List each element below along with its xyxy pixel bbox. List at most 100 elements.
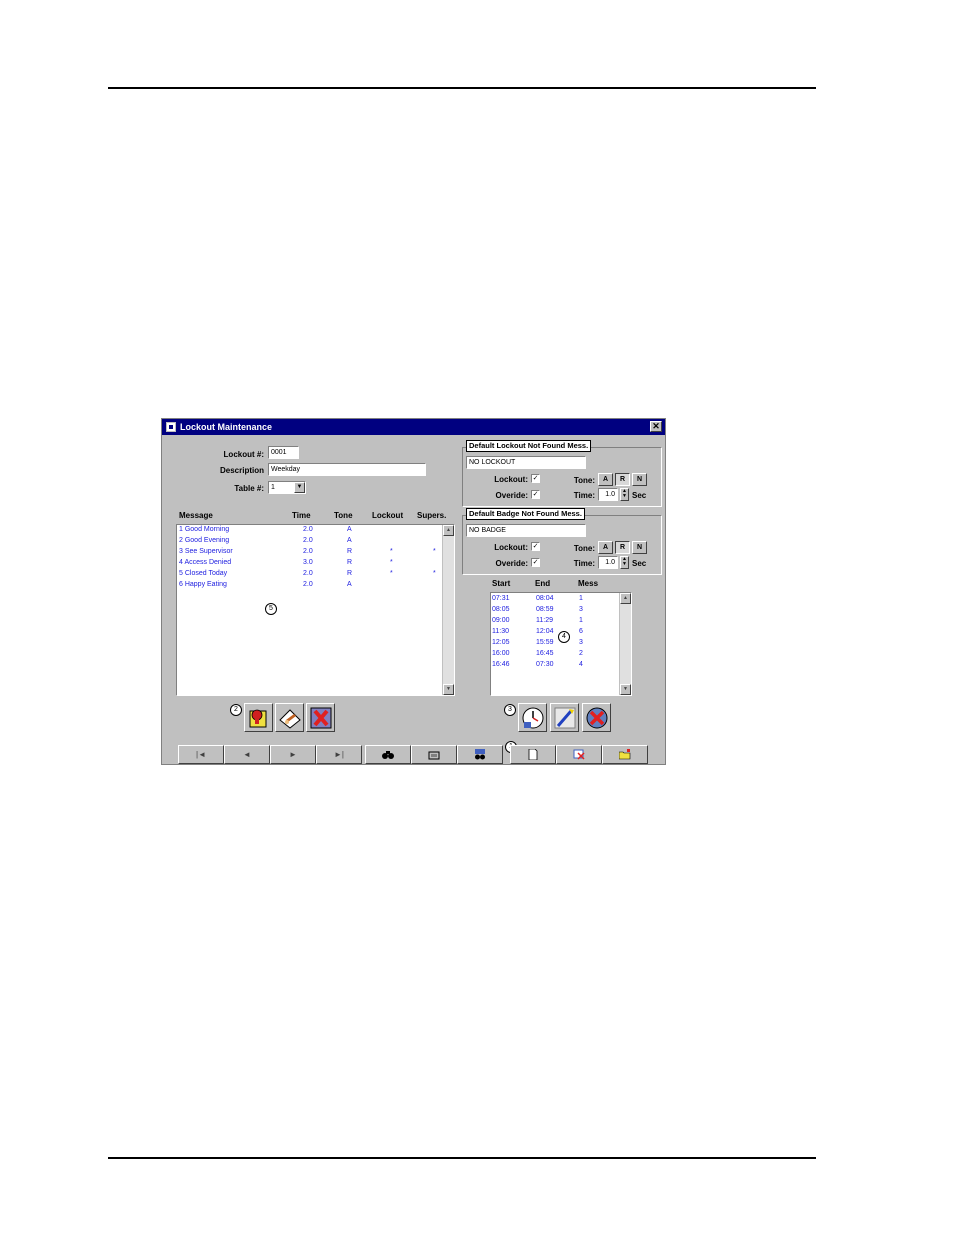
table-number-select[interactable]: 1 ▼	[268, 481, 306, 494]
lockout-not-found-override-checkbox[interactable]: ✓	[531, 490, 540, 499]
start-cell: 12:05	[492, 639, 510, 646]
badge-tone-n-button[interactable]: N	[632, 541, 647, 554]
stepper-down-icon[interactable]: ▼	[621, 494, 628, 499]
badge-tone-r-button[interactable]: R	[615, 541, 630, 554]
lockout-maintenance-window: Lockout Maintenance ✕ Lockout #: 0001 De…	[161, 418, 666, 765]
stepper-down-icon[interactable]: ▼	[621, 562, 628, 567]
end-cell: 11:29	[536, 617, 553, 624]
lockout-tone-a-button[interactable]: A	[598, 473, 613, 486]
lockout-time-stepper[interactable]: ▲ ▼	[620, 488, 629, 501]
tone-cell: R	[347, 559, 353, 566]
scroll-down-icon[interactable]: ▼	[620, 684, 631, 695]
mess-cell: 2	[579, 650, 583, 657]
schedule-list[interactable]: ▲ ▼	[490, 592, 632, 696]
last-record-button[interactable]: ►|	[316, 745, 362, 764]
time-cell: 2.0	[303, 537, 313, 544]
new-record-button[interactable]	[510, 745, 556, 764]
close-button[interactable]: ✕	[650, 421, 662, 432]
start-cell: 09:00	[492, 617, 510, 624]
badge-not-found-title: Default Badge Not Found Mess.	[466, 508, 585, 520]
col-header-supers[interactable]: Supers.	[417, 511, 446, 520]
message-cell: 6 Happy Eating	[179, 581, 227, 588]
edit-schedule-button[interactable]	[550, 703, 579, 732]
mess-cell: 3	[579, 639, 583, 646]
badge-not-found-tone-label: Tone:	[573, 544, 595, 553]
callout-4: 4	[558, 631, 570, 643]
mess-cell: 1	[579, 595, 583, 602]
col-header-time[interactable]: Time	[292, 511, 311, 520]
lockout-number-field[interactable]: 0001	[268, 446, 299, 459]
end-cell: 08:59	[536, 606, 554, 613]
tone-cell: A	[347, 526, 352, 533]
col-header-tone[interactable]: Tone	[334, 511, 353, 520]
delete-schedule-icon	[586, 707, 608, 729]
lockout-cell: *	[390, 570, 393, 577]
message-cell: 4 Access Denied	[179, 559, 232, 566]
first-record-button[interactable]: |◄	[178, 745, 224, 764]
badge-not-found-override-checkbox[interactable]: ✓	[531, 558, 540, 567]
end-cell: 07:30	[536, 661, 554, 668]
lockout-not-found-lockout-checkbox[interactable]: ✓	[531, 474, 540, 483]
end-cell: 16:45	[536, 650, 554, 657]
print-button[interactable]	[411, 745, 457, 764]
start-cell: 07:31	[492, 595, 510, 602]
message-list-scrollbar[interactable]: ▲ ▼	[442, 525, 454, 695]
scroll-down-icon[interactable]: ▼	[443, 684, 454, 695]
time-cell: 2.0	[303, 526, 313, 533]
description-field[interactable]: Weekday	[268, 463, 426, 476]
search-records-icon	[475, 749, 485, 760]
next-record-button[interactable]: ►	[270, 745, 316, 764]
folder-icon	[618, 749, 631, 760]
lockout-not-found-sec-label: Sec	[632, 491, 647, 500]
col-header-mess[interactable]: Mess	[578, 579, 598, 588]
end-cell: 15:59	[536, 639, 554, 646]
col-header-end[interactable]: End	[535, 579, 550, 588]
end-cell: 12:04	[536, 628, 554, 635]
add-message-icon	[249, 709, 267, 728]
supers-cell: *	[433, 570, 436, 577]
open-folder-button[interactable]	[602, 745, 648, 764]
add-message-button[interactable]	[244, 703, 273, 732]
add-schedule-button[interactable]	[518, 703, 547, 732]
badge-tone-a-button[interactable]: A	[598, 541, 613, 554]
delete-schedule-button[interactable]	[582, 703, 611, 732]
schedule-list-scrollbar[interactable]: ▲ ▼	[619, 593, 631, 695]
start-cell: 16:00	[492, 650, 510, 657]
scroll-up-icon[interactable]: ▲	[443, 525, 454, 536]
col-header-lockout[interactable]: Lockout	[372, 511, 403, 520]
lockout-not-found-message-field[interactable]: NO LOCKOUT	[466, 456, 586, 469]
start-cell: 11:30	[492, 628, 509, 635]
badge-not-found-time-field[interactable]: 1.0	[598, 556, 618, 569]
message-cell: 1 Good Morning	[179, 526, 230, 533]
scroll-up-icon[interactable]: ▲	[620, 593, 631, 604]
time-cell: 2.0	[303, 581, 313, 588]
search-records-button[interactable]	[457, 745, 503, 764]
badge-not-found-message-field[interactable]: NO BADGE	[466, 524, 586, 537]
lockout-not-found-tone-label: Tone:	[573, 476, 595, 485]
add-schedule-icon	[522, 707, 544, 729]
badge-not-found-lockout-checkbox[interactable]: ✓	[531, 542, 540, 551]
chevron-down-icon[interactable]: ▼	[294, 482, 305, 493]
col-header-message[interactable]: Message	[179, 511, 213, 520]
lockout-cell: *	[390, 548, 393, 555]
record-navigation-bar: |◄ ◄ ► ►| 1	[162, 741, 665, 764]
find-button[interactable]	[365, 745, 411, 764]
tone-cell: A	[347, 537, 352, 544]
mess-cell: 6	[579, 628, 583, 635]
badge-time-stepper[interactable]: ▲ ▼	[620, 556, 629, 569]
lockout-not-found-time-field[interactable]: 1.0	[598, 488, 618, 501]
edit-message-icon	[279, 709, 301, 729]
lockout-tone-n-button[interactable]: N	[632, 473, 647, 486]
badge-not-found-sec-label: Sec	[632, 559, 647, 568]
window-title: Lockout Maintenance	[180, 422, 273, 432]
lockout-tone-r-button[interactable]: R	[615, 473, 630, 486]
app-icon	[166, 422, 176, 432]
edit-message-button[interactable]	[275, 703, 304, 732]
delete-record-button[interactable]	[556, 745, 602, 764]
description-label: Description	[219, 466, 264, 475]
delete-record-icon	[573, 749, 585, 760]
delete-message-button[interactable]	[306, 703, 335, 732]
mess-cell: 4	[579, 661, 583, 668]
col-header-start[interactable]: Start	[492, 579, 510, 588]
previous-record-button[interactable]: ◄	[224, 745, 270, 764]
